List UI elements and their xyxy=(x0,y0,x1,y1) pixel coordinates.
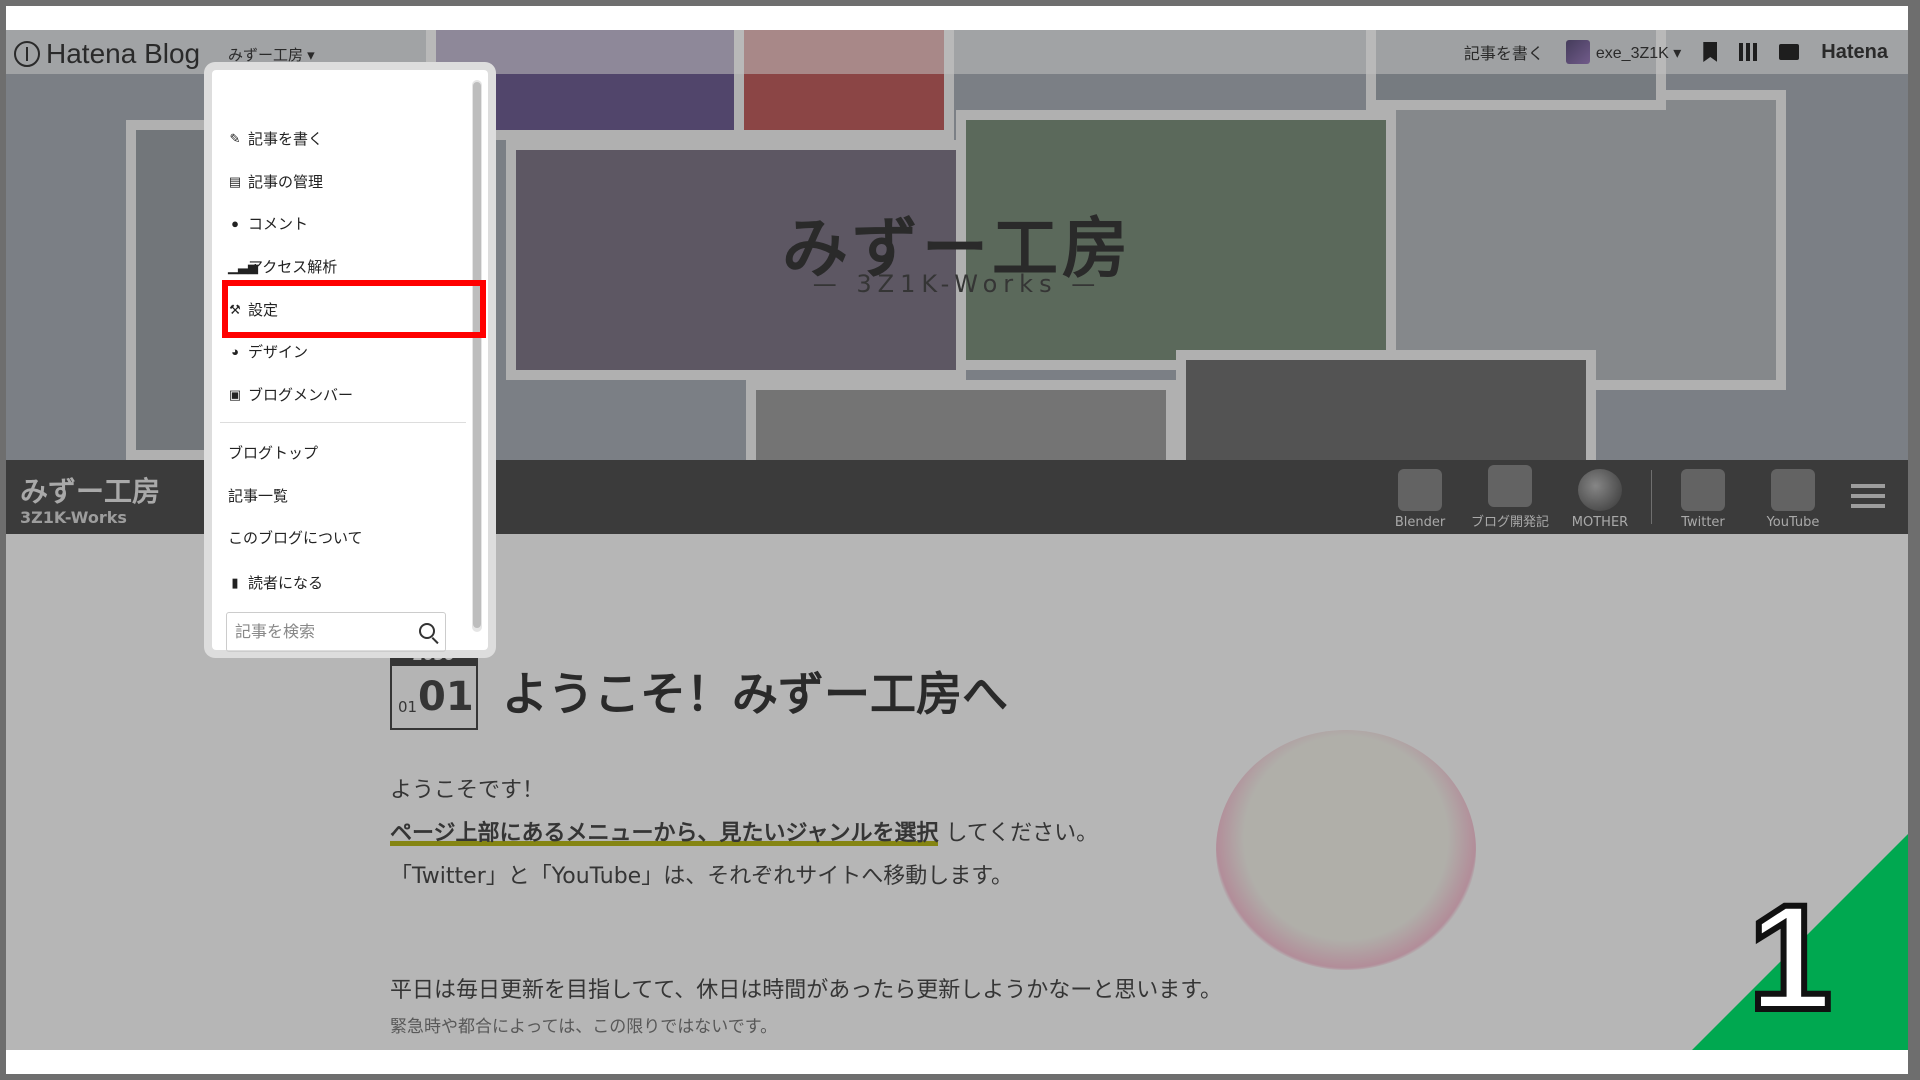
browser-screen: みずー工房 — 3Z1K-Works — Hatena Blog みずー工房 ▾… xyxy=(6,30,1908,1050)
menu-item-design[interactable]: ◕ デザイン xyxy=(228,341,308,362)
menu-item-label: ブログメンバー xyxy=(248,387,354,404)
blog-menu-dropdown: ✎ 記事を書く ▤ 記事の管理 ● コメント ▁▃▅ アクセス解析 ⚒ 設定 ◕ デザイン … xyxy=(212,70,488,653)
bookmark-icon: ▮ xyxy=(231,574,239,590)
menu-link-entries[interactable]: 記事一覧 xyxy=(228,485,288,506)
members-icon: ▣ xyxy=(228,386,242,402)
menu-item-comment[interactable]: ● コメント xyxy=(228,213,308,234)
menu-item-label: アクセス解析 xyxy=(248,259,338,276)
menu-item-label: コメント xyxy=(248,216,309,233)
step-number: 1 xyxy=(1746,873,1835,1041)
menu-link-blog-top[interactable]: ブログトップ xyxy=(228,442,318,463)
comment-icon: ● xyxy=(231,215,239,231)
dropdown-scrollbar[interactable] xyxy=(473,82,481,628)
menu-link-subscribe[interactable]: ▮ 読者になる xyxy=(228,572,323,593)
dropdown-divider xyxy=(220,422,466,423)
document-icon: ▤ xyxy=(228,173,242,189)
menu-item-label: デザイン xyxy=(248,344,309,361)
menu-link-about[interactable]: このブログについて xyxy=(228,527,363,548)
menu-item-write[interactable]: ✎ 記事を書く xyxy=(228,128,323,149)
menu-item-label: 読者になる xyxy=(248,575,324,592)
search-box xyxy=(226,612,446,653)
signal-icon: ▁▃▅ xyxy=(228,258,258,274)
search-input[interactable] xyxy=(227,613,417,653)
edit-icon: ✎ xyxy=(229,130,241,146)
settings-highlight-box xyxy=(222,280,486,338)
menu-item-manage[interactable]: ▤ 記事の管理 xyxy=(228,171,323,192)
menu-item-label: 記事の管理 xyxy=(248,174,324,191)
top-border xyxy=(6,6,1908,30)
palette-icon: ◕ xyxy=(231,343,239,359)
search-icon[interactable] xyxy=(419,623,435,639)
menu-item-label: 記事を書く xyxy=(248,131,324,148)
bottom-border xyxy=(6,1050,1908,1074)
menu-item-analytics[interactable]: ▁▃▅ アクセス解析 xyxy=(228,256,337,277)
menu-item-members[interactable]: ▣ ブログメンバー xyxy=(228,384,353,405)
